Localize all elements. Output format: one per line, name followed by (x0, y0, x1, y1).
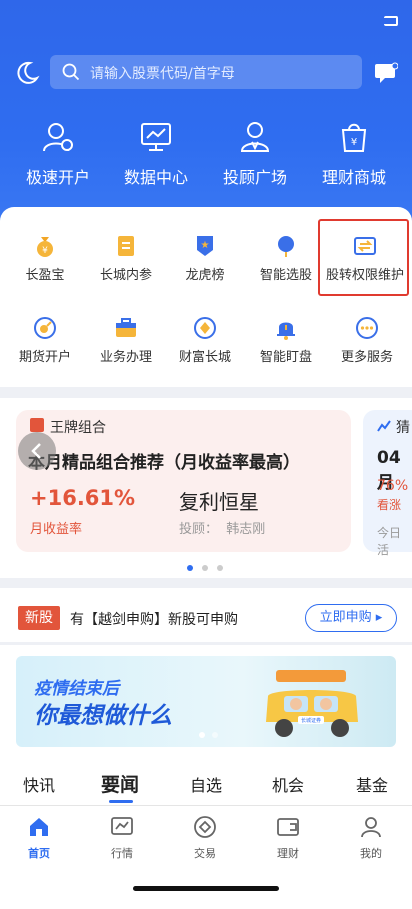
tab-funds[interactable]: 基金 (356, 772, 388, 796)
quick-wealth-mall[interactable]: ¥ 理财商城 (304, 120, 404, 190)
search-icon (62, 63, 80, 85)
carousel-dots (187, 565, 227, 571)
service-label: 财富长城 (178, 350, 231, 365)
carousel-dot (217, 565, 223, 571)
chevron-left-icon (31, 443, 41, 459)
side-card-percent: 76% (377, 478, 409, 494)
portfolio-advisor: 投顾： 韩志刚 (179, 522, 266, 537)
quick-data-center[interactable]: 数据中心 (106, 120, 206, 190)
svg-text:¥: ¥ (42, 246, 48, 256)
nav-label: 我的 (360, 847, 382, 860)
carousel-prev-button[interactable] (18, 432, 56, 470)
tab-news-flash[interactable]: 快讯 (23, 772, 55, 796)
service-label: 长盈宝 (25, 268, 65, 283)
side-card-footer: 今日活 (377, 526, 402, 557)
service-item[interactable]: 业务办理 (85, 316, 167, 366)
service-item[interactable]: 更多服务 (326, 316, 408, 366)
search-placeholder: 请输入股票代码/首字母 (90, 66, 235, 82)
ipo-badge: 新股 (18, 606, 60, 630)
side-card-tag: 猜 (396, 420, 410, 436)
home-icon (30, 818, 48, 836)
service-item[interactable]: 智能盯盘 (245, 316, 327, 366)
nav-label: 交易 (194, 847, 216, 860)
service-label: 期货开户 (18, 350, 71, 365)
svg-text:¥: ¥ (351, 137, 357, 148)
service-item[interactable]: 长城内参 (85, 234, 167, 284)
briefcase-icon (116, 318, 136, 337)
trade-icon (194, 816, 216, 838)
quick-label: 数据中心 (123, 168, 188, 187)
search-bar[interactable]: 请输入股票代码/首字母 (50, 55, 362, 89)
portfolio-product-name: 复利恒星 (179, 490, 259, 514)
wallet-icon (277, 818, 299, 836)
nav-label: 首页 (28, 847, 50, 860)
data-monitor-icon (141, 123, 171, 151)
header (0, 0, 412, 230)
service-item[interactable]: ¥ 长盈宝 (4, 234, 86, 284)
portfolio-tag-icon (30, 418, 44, 432)
ipo-text: 有【越剑申购】新股可申购 (70, 612, 238, 628)
money-bag-icon: ¥ (37, 237, 53, 257)
ipo-subscribe-button[interactable]: 立即申购 ▸ (305, 604, 397, 632)
service-item[interactable]: ★ 龙虎榜 (164, 234, 246, 284)
futures-icon (34, 317, 56, 339)
tab-watchlist[interactable]: 自选 (190, 772, 222, 796)
portfolio-title: 本月精品组合推荐（月收益率最高） (28, 453, 300, 473)
side-card-trend: 看涨 (377, 498, 402, 512)
banner-dot-active (199, 732, 205, 738)
active-tab-indicator (109, 800, 133, 803)
more-dots-icon (356, 317, 378, 339)
car-illustration: 长城证券 (266, 670, 358, 737)
message-icon[interactable] (374, 62, 399, 84)
quick-label: 理财商城 (321, 168, 386, 187)
portfolio-tag: 王牌组合 (50, 420, 106, 436)
portfolio-return: +16.61% (30, 486, 136, 510)
service-label: 龙虎榜 (185, 268, 225, 283)
quick-label: 极速开户 (25, 168, 90, 187)
promo-banner[interactable]: 疫情结束后 你最想做什么 长城证券 (16, 656, 396, 747)
chart-icon (111, 817, 133, 835)
nav-label: 理财 (277, 847, 299, 860)
banner-dot (212, 732, 218, 738)
carousel-dot (202, 565, 208, 571)
service-item[interactable]: 智能选股 (245, 234, 327, 284)
carousel-dot-active (187, 565, 193, 571)
bell-icon (277, 322, 295, 340)
tab-headlines[interactable]: 要闻 (101, 770, 139, 797)
badge-star-icon: ★ (197, 236, 213, 256)
highlight-box (318, 219, 409, 296)
diamond-icon (194, 317, 216, 339)
shopping-bag-icon: ¥ (341, 123, 367, 152)
profile-icon (361, 817, 381, 838)
service-item[interactable]: 期货开户 (4, 316, 86, 366)
portfolio-return-label: 月收益率 (30, 522, 83, 537)
account-user-icon (43, 123, 73, 152)
night-mode-moon-icon[interactable] (14, 60, 40, 86)
service-label: 智能盯盘 (259, 350, 312, 365)
service-item[interactable]: 财富长城 (164, 316, 246, 366)
quick-open-account[interactable]: 极速开户 (8, 120, 108, 190)
tab-opportunity[interactable]: 机会 (272, 772, 304, 796)
quick-label: 投顾广场 (222, 168, 287, 187)
home-indicator (133, 886, 279, 891)
car-sign: 长城证券 (301, 717, 321, 724)
quick-advisor-square[interactable]: 投顾广场 (205, 120, 305, 190)
svg-text:★: ★ (201, 240, 210, 251)
advisor-icon (240, 122, 270, 152)
service-label: 长城内参 (99, 268, 152, 283)
document-icon (118, 236, 134, 256)
service-label: 更多服务 (340, 350, 393, 365)
service-label: 智能选股 (259, 268, 312, 283)
nav-label: 行情 (111, 847, 133, 860)
service-label: 业务办理 (99, 350, 152, 365)
banner-line2: 你最想做什么 (34, 703, 172, 729)
battery-icon (384, 16, 398, 26)
compass-icon (278, 236, 294, 257)
chart-mini-icon (377, 420, 391, 432)
